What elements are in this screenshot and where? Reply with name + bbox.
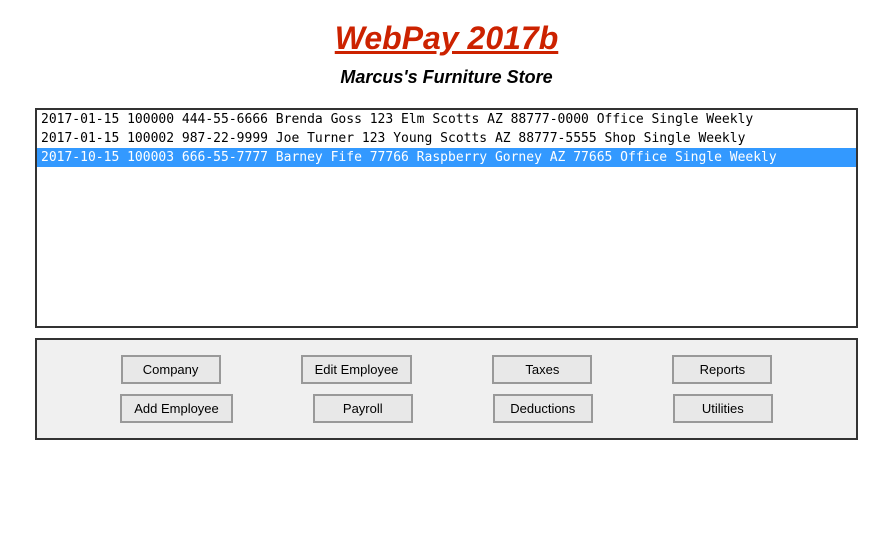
employee-list-container[interactable]: 2017-01-15 100000 444-55-6666 Brenda Gos… bbox=[35, 108, 858, 328]
taxes-button[interactable]: Taxes bbox=[492, 355, 592, 384]
utilities-button[interactable]: Utilities bbox=[673, 394, 773, 423]
employee-list-item[interactable]: 2017-10-15 100003 666-55-7777 Barney Fif… bbox=[37, 148, 856, 167]
button-row-2: Add Employee Payroll Deductions Utilities bbox=[57, 394, 836, 423]
deductions-button[interactable]: Deductions bbox=[493, 394, 593, 423]
main-content: 2017-01-15 100000 444-55-6666 Brenda Gos… bbox=[0, 98, 893, 450]
company-button[interactable]: Company bbox=[121, 355, 221, 384]
employee-list-item[interactable]: 2017-01-15 100000 444-55-6666 Brenda Gos… bbox=[37, 110, 856, 129]
header: WebPay 2017b Marcus's Furniture Store bbox=[0, 0, 893, 98]
payroll-button[interactable]: Payroll bbox=[313, 394, 413, 423]
employee-list: 2017-01-15 100000 444-55-6666 Brenda Gos… bbox=[37, 110, 856, 167]
edit-employee-button[interactable]: Edit Employee bbox=[301, 355, 413, 384]
add-employee-button[interactable]: Add Employee bbox=[120, 394, 233, 423]
reports-button[interactable]: Reports bbox=[672, 355, 772, 384]
company-name: Marcus's Furniture Store bbox=[0, 67, 893, 88]
button-panel: Company Edit Employee Taxes Reports Add Emp… bbox=[35, 338, 858, 440]
app-title: WebPay 2017b bbox=[0, 20, 893, 57]
button-row-1: Company Edit Employee Taxes Reports bbox=[57, 355, 836, 384]
employee-list-item[interactable]: 2017-01-15 100002 987-22-9999 Joe Turner… bbox=[37, 129, 856, 148]
